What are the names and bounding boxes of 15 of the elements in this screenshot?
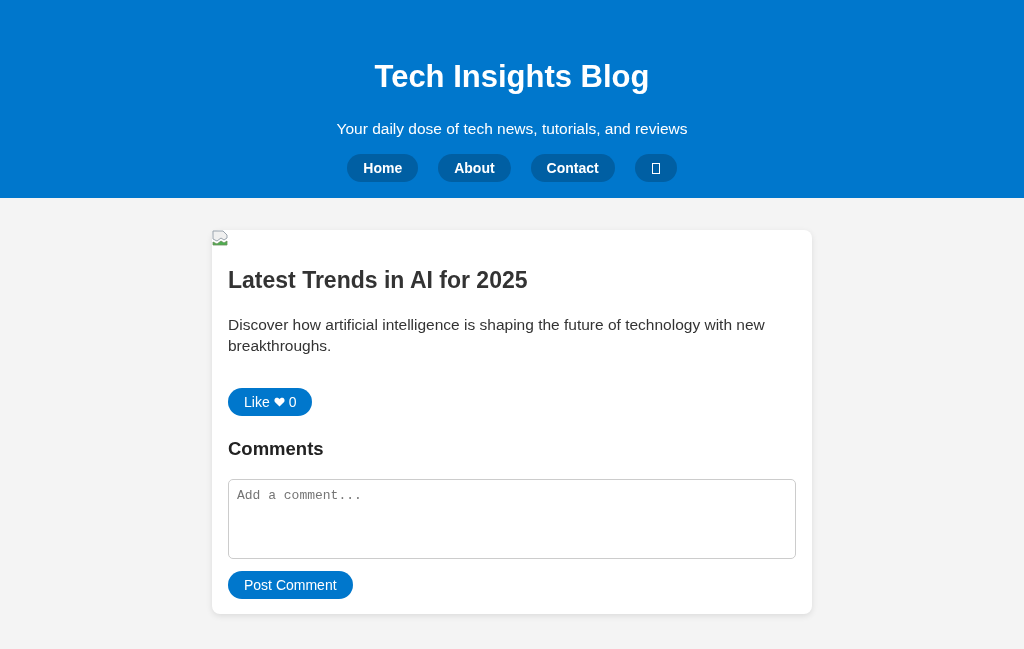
- nav-link[interactable]: Contact: [530, 154, 615, 182]
- blog-title: Tech Insights Blog: [374, 58, 650, 96]
- like-button[interactable]: Like 0: [228, 388, 313, 416]
- nav-link[interactable]: About: [438, 154, 511, 182]
- nav-link[interactable]: Home: [347, 154, 419, 182]
- nav-icon-button[interactable]: [634, 154, 677, 182]
- comments-heading: Comments: [228, 437, 324, 461]
- comment-field[interactable]: Add a comment...: [228, 479, 796, 559]
- broken-image-icon: [212, 230, 228, 246]
- post-comment-button[interactable]: Post Comment: [228, 571, 353, 599]
- post-summary: Discover how artificial intelligence is shaping the future of technology with new breakthroughs.: [228, 315, 766, 356]
- blog-tagline: Your daily dose of tech news, tutorials, and reviews: [336, 119, 688, 139]
- post-title: Latest Trends in AI for 2025: [228, 266, 528, 295]
- heart-icon: [273, 397, 285, 407]
- missing-glyph-icon: [651, 162, 660, 174]
